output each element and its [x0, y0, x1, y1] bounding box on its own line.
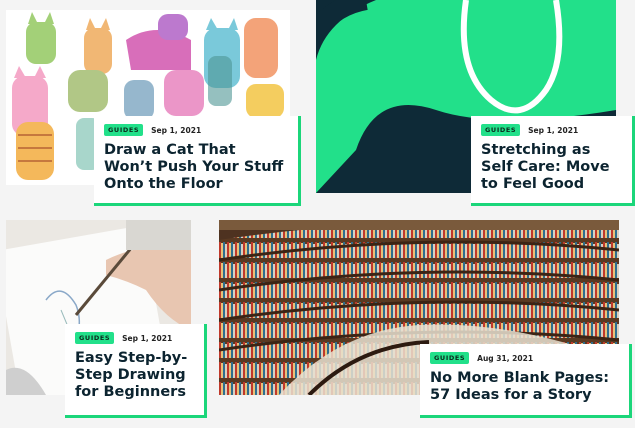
article-caption[interactable]: GUIDES Sep 1, 2021 Stretching as Self Ca… [471, 116, 635, 206]
article-card-drawing[interactable]: GUIDES Sep 1, 2021 Easy Step-by-Step Dra… [6, 220, 207, 418]
article-meta: GUIDES Sep 1, 2021 [104, 124, 288, 136]
article-title[interactable]: Stretching as Self Care: Move to Feel Go… [481, 142, 622, 193]
category-badge[interactable]: GUIDES [104, 124, 144, 136]
article-date: Aug 31, 2021 [477, 353, 534, 363]
category-badge[interactable]: GUIDES [430, 352, 470, 364]
category-badge[interactable]: GUIDES [481, 124, 521, 136]
article-date: Sep 1, 2021 [528, 125, 579, 135]
article-meta: GUIDES Aug 31, 2021 [430, 352, 619, 364]
category-badge[interactable]: GUIDES [75, 332, 115, 344]
article-date: Sep 1, 2021 [151, 125, 202, 135]
article-card-story-ideas[interactable]: GUIDES Aug 31, 2021 No More Blank Pages:… [219, 220, 632, 418]
article-card-cats[interactable]: GUIDES Sep 1, 2021 Draw a Cat That Won’t… [6, 10, 301, 206]
article-meta: GUIDES Sep 1, 2021 [481, 124, 622, 136]
article-date: Sep 1, 2021 [122, 333, 173, 343]
article-title[interactable]: Draw a Cat That Won’t Push Your Stuff On… [104, 142, 288, 193]
article-title[interactable]: No More Blank Pages: 57 Ideas for a Stor… [430, 370, 619, 404]
article-caption[interactable]: GUIDES Sep 1, 2021 Easy Step-by-Step Dra… [65, 324, 207, 418]
article-meta: GUIDES Sep 1, 2021 [75, 332, 194, 344]
article-caption[interactable]: GUIDES Aug 31, 2021 No More Blank Pages:… [420, 344, 632, 418]
article-card-stretching[interactable]: GUIDES Sep 1, 2021 Stretching as Self Ca… [316, 0, 635, 206]
article-caption[interactable]: GUIDES Sep 1, 2021 Draw a Cat That Won’t… [94, 116, 301, 206]
article-title[interactable]: Easy Step-by-Step Drawing for Beginners [75, 350, 194, 401]
